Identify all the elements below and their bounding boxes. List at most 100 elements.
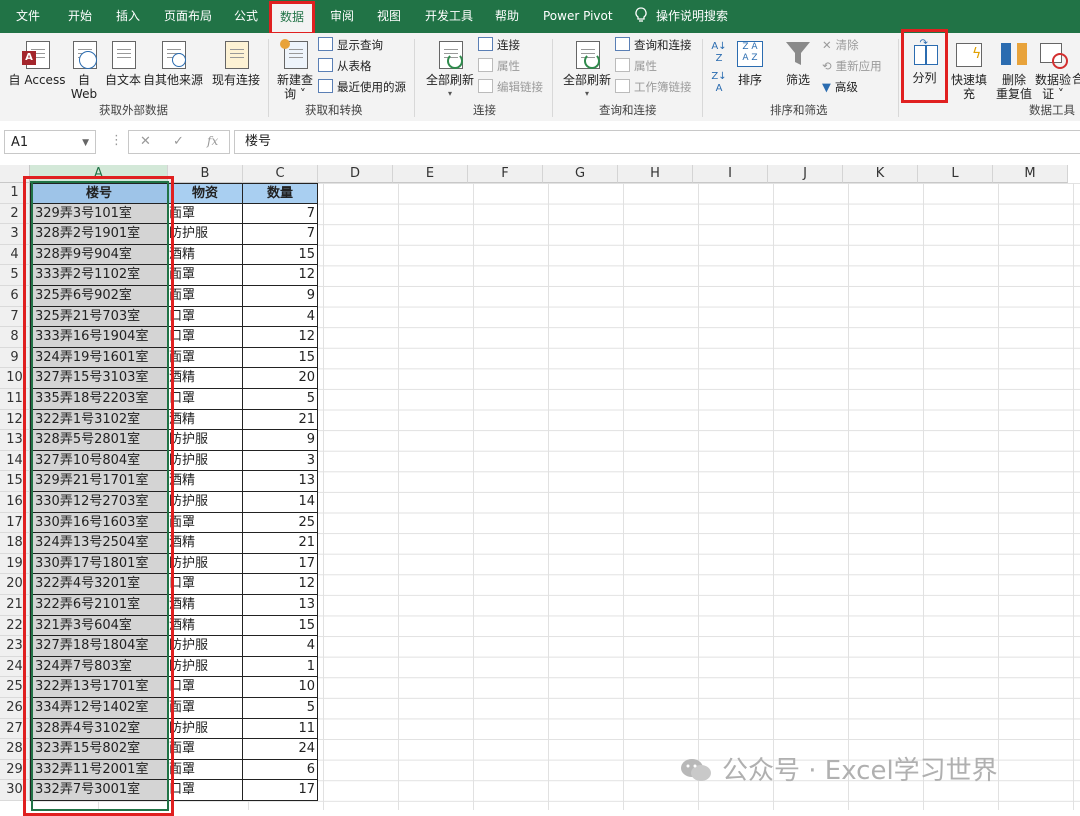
cell-item[interactable]: 口罩 <box>168 574 243 595</box>
cell-building[interactable]: 332弄7号3001室 <box>30 780 168 801</box>
row-header-26[interactable]: 26 <box>0 698 30 719</box>
more-options-icon[interactable]: ⋮ <box>110 133 123 148</box>
tab-developer[interactable]: 开发工具 <box>425 0 473 33</box>
cell-building[interactable]: 327弄15号3103室 <box>30 368 168 389</box>
cell-quantity[interactable]: 9 <box>243 286 318 307</box>
data-validation-button[interactable]: 数据验 证 ˅ <box>1034 39 1072 101</box>
queries-connections-button[interactable]: 查询和连接 <box>615 36 692 54</box>
cell-quantity[interactable]: 12 <box>243 574 318 595</box>
tab-formulas[interactable]: 公式 <box>234 0 258 33</box>
cell-item[interactable]: 口罩 <box>168 389 243 410</box>
tab-review[interactable]: 审阅 <box>330 0 354 33</box>
cell-quantity[interactable]: 9 <box>243 430 318 451</box>
cell-item[interactable]: 面罩 <box>168 698 243 719</box>
row-header-7[interactable]: 7 <box>0 306 30 328</box>
cell-quantity[interactable]: 5 <box>243 698 318 719</box>
cell-quantity[interactable]: 24 <box>243 739 318 760</box>
cell-building[interactable]: 322弄6号2101室 <box>30 595 168 616</box>
cell-item[interactable]: 酒精 <box>168 409 243 431</box>
cell-building[interactable]: 330弄16号1603室 <box>30 512 168 534</box>
cell-quantity[interactable]: 10 <box>243 677 318 698</box>
cell-building[interactable]: 321弄3号604室 <box>30 615 168 637</box>
cell-quantity[interactable]: 20 <box>243 368 318 389</box>
cell-quantity[interactable]: 25 <box>243 512 318 534</box>
cell-building[interactable]: 324弄13号2504室 <box>30 533 168 554</box>
cell-quantity[interactable]: 7 <box>243 203 318 225</box>
cell-quantity[interactable]: 21 <box>243 409 318 431</box>
cell-building[interactable]: 332弄11号2001室 <box>30 759 168 781</box>
cell-quantity[interactable]: 4 <box>243 306 318 328</box>
cell-item[interactable]: 面罩 <box>168 739 243 760</box>
cell-quantity[interactable]: 17 <box>243 780 318 801</box>
cell-building[interactable]: 328弄5号2801室 <box>30 430 168 451</box>
cell-quantity[interactable]: 3 <box>243 450 318 472</box>
cell-building[interactable]: 325弄21号703室 <box>30 306 168 328</box>
cell-item[interactable]: 口罩 <box>168 677 243 698</box>
cell-item[interactable]: 防护服 <box>168 718 243 740</box>
formula-input[interactable]: 楼号 <box>234 130 1080 154</box>
name-box[interactable]: A1 ▼ <box>4 130 96 154</box>
cell-item[interactable]: 防护服 <box>168 656 243 678</box>
cell-item[interactable]: 防护服 <box>168 553 243 575</box>
show-queries-button[interactable]: 显示查询 <box>318 36 383 54</box>
column-header-m[interactable]: M <box>993 165 1068 183</box>
cell-building[interactable]: 322弄13号1701室 <box>30 677 168 698</box>
row-header-29[interactable]: 29 <box>0 759 30 781</box>
cell-building[interactable]: 330弄12号2703室 <box>30 492 168 513</box>
cell-item[interactable]: 面罩 <box>168 512 243 534</box>
connections-button[interactable]: 连接 <box>478 36 520 54</box>
sort-ascending-button[interactable]: A↓ Z Z↓ A <box>708 41 730 95</box>
cell-building[interactable]: 328弄2号1901室 <box>30 224 168 245</box>
cell-building[interactable]: 324弄7号803室 <box>30 656 168 678</box>
row-header-3[interactable]: 3 <box>0 224 30 245</box>
cell-quantity[interactable]: 15 <box>243 347 318 369</box>
cell-building[interactable]: 327弄10号804室 <box>30 450 168 472</box>
column-header-c[interactable]: C <box>243 165 318 183</box>
row-header-21[interactable]: 21 <box>0 595 30 616</box>
cell-item[interactable]: 酒精 <box>168 615 243 637</box>
row-header-2[interactable]: 2 <box>0 203 30 225</box>
filter-button[interactable]: 筛选 <box>782 39 814 87</box>
cell-building[interactable]: 322弄4号3201室 <box>30 574 168 595</box>
new-query-button[interactable]: 新建查 询 ˅ <box>274 39 316 101</box>
cell-item[interactable]: 口罩 <box>168 306 243 328</box>
flash-fill-button[interactable]: ϟ 快速填充 <box>946 39 992 101</box>
cell-building[interactable]: 330弄17号1801室 <box>30 553 168 575</box>
row-header-8[interactable]: 8 <box>0 327 30 348</box>
cell-building[interactable]: 323弄15号802室 <box>30 739 168 760</box>
row-header-4[interactable]: 4 <box>0 244 30 266</box>
select-all-corner[interactable] <box>0 165 30 183</box>
cell-building[interactable]: 325弄6号902室 <box>30 286 168 307</box>
cell-quantity[interactable]: 1 <box>243 656 318 678</box>
tab-page-layout[interactable]: 页面布局 <box>164 0 212 33</box>
row-header-20[interactable]: 20 <box>0 574 30 595</box>
row-header-13[interactable]: 13 <box>0 430 30 451</box>
sort-button[interactable]: Z AA Z 排序 <box>734 39 766 87</box>
cell-quantity[interactable]: 13 <box>243 471 318 492</box>
cell-quantity[interactable]: 17 <box>243 553 318 575</box>
cell-building[interactable]: 335弄18号2203室 <box>30 389 168 410</box>
row-header-1[interactable]: 1 <box>0 183 30 204</box>
row-header-15[interactable]: 15 <box>0 471 30 492</box>
row-header-22[interactable]: 22 <box>0 615 30 637</box>
column-header-b[interactable]: B <box>168 165 243 183</box>
column-header-a[interactable]: A <box>30 165 168 183</box>
row-header-5[interactable]: 5 <box>0 265 30 286</box>
cell-quantity[interactable]: 5 <box>243 389 318 410</box>
cell-item[interactable]: 酒精 <box>168 368 243 389</box>
from-text-button[interactable]: 自文本 <box>104 39 142 87</box>
row-header-12[interactable]: 12 <box>0 409 30 431</box>
column-header-j[interactable]: J <box>768 165 843 183</box>
tab-file[interactable]: 文件 <box>16 0 40 33</box>
cell-item[interactable]: 面罩 <box>168 265 243 286</box>
row-header-23[interactable]: 23 <box>0 636 30 657</box>
cell-quantity[interactable]: 12 <box>243 265 318 286</box>
header-cell[interactable]: 楼号 <box>30 183 168 204</box>
insert-function-icon[interactable]: fx <box>207 134 218 148</box>
refresh-all-button[interactable]: 全部刷新 ▾ <box>424 39 476 101</box>
cell-item[interactable]: 防护服 <box>168 224 243 245</box>
column-header-h[interactable]: H <box>618 165 693 183</box>
cell-item[interactable]: 防护服 <box>168 450 243 472</box>
cell-quantity[interactable]: 15 <box>243 615 318 637</box>
row-header-25[interactable]: 25 <box>0 677 30 698</box>
